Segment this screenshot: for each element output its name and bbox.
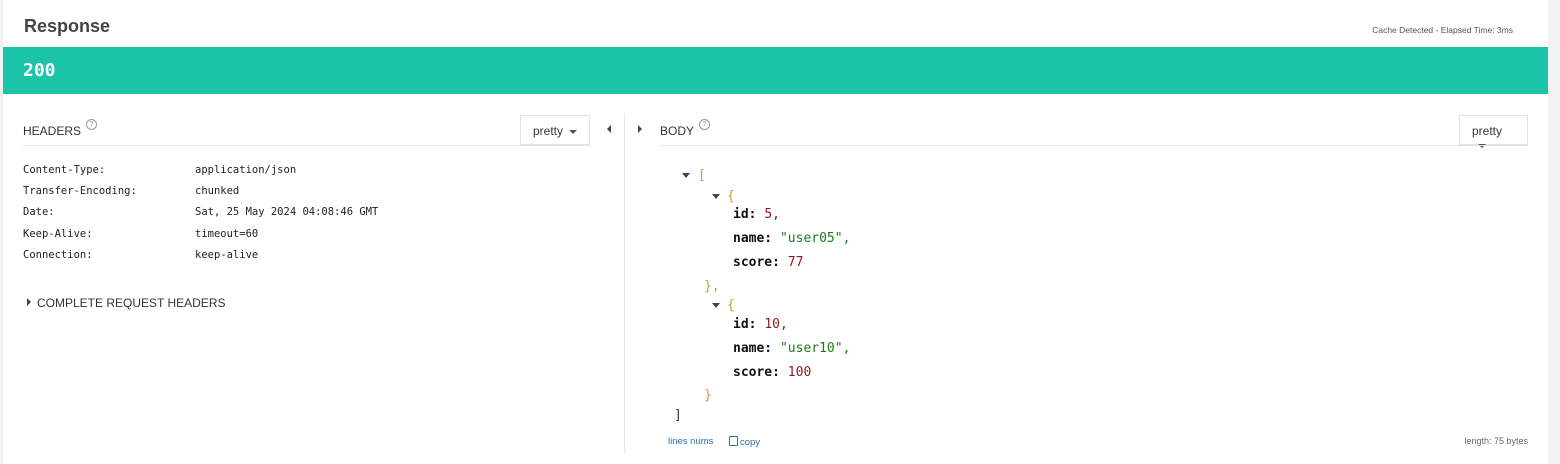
body-length: length: 75 bytes bbox=[1464, 436, 1528, 446]
body-label: BODY bbox=[660, 124, 695, 138]
header-value: application/json bbox=[195, 164, 297, 176]
header-key: Content-Type: bbox=[23, 164, 106, 176]
header-value: timeout=60 bbox=[195, 227, 259, 240]
json-array-open: [ bbox=[698, 168, 706, 183]
collapse-array-icon[interactable] bbox=[682, 173, 690, 178]
collapse-object-icon[interactable] bbox=[712, 194, 720, 199]
headers-format-dropdown[interactable]: pretty bbox=[520, 115, 590, 145]
header-value: keep-alive bbox=[195, 248, 259, 261]
pane-splitter[interactable] bbox=[624, 113, 625, 453]
json-field: score: 77 bbox=[733, 255, 804, 270]
headers-format-label: pretty bbox=[533, 124, 564, 138]
collapse-left-icon[interactable] bbox=[607, 125, 611, 133]
body-format-dropdown[interactable]: pretty bbox=[1459, 115, 1528, 148]
question-circle-icon[interactable]: ? bbox=[699, 119, 710, 130]
header-value: Sat, 25 May 2024 04:08:46 GMT bbox=[195, 206, 379, 219]
complete-request-headers-toggle[interactable]: COMPLETE REQUEST HEADERS bbox=[37, 296, 225, 310]
json-object-close: } bbox=[704, 388, 712, 403]
expand-right-icon[interactable] bbox=[638, 125, 642, 133]
json-object-open: { bbox=[727, 189, 735, 204]
header-key: Keep-Alive: bbox=[23, 227, 93, 240]
caret-right-icon[interactable] bbox=[27, 298, 31, 306]
header-key: Transfer-Encoding: bbox=[23, 185, 137, 198]
json-field: id: 10, bbox=[733, 317, 788, 332]
status-bar: 200 bbox=[3, 47, 1548, 94]
header-value: chunked bbox=[195, 185, 240, 198]
json-field: name: "user10", bbox=[733, 341, 851, 356]
json-object-close: }, bbox=[704, 279, 720, 294]
headers-label: HEADERS bbox=[23, 124, 82, 138]
cache-info: Cache Detected - Elapsed Time: 3ms bbox=[1372, 25, 1513, 35]
line-numbers-toggle[interactable]: lines nums bbox=[668, 436, 713, 447]
json-field: name: "user05", bbox=[733, 231, 851, 246]
json-field: id: 5, bbox=[733, 207, 780, 222]
header-key: Connection: bbox=[23, 248, 93, 261]
copy-button[interactable]: copy bbox=[729, 436, 760, 448]
response-panel: Response Cache Detected - Elapsed Time: … bbox=[3, 0, 1548, 464]
body-format-label: pretty bbox=[1472, 124, 1503, 138]
collapse-object-icon[interactable] bbox=[712, 303, 720, 308]
copy-label: copy bbox=[740, 437, 761, 448]
copy-icon bbox=[729, 436, 738, 446]
json-array-close: ] bbox=[674, 408, 682, 423]
page-title: Response bbox=[24, 16, 111, 36]
headers-divider bbox=[23, 145, 590, 146]
json-object-open: { bbox=[727, 298, 735, 313]
json-field: score: 100 bbox=[733, 365, 812, 380]
status-code: 200 bbox=[23, 60, 56, 81]
body-divider bbox=[660, 145, 1528, 146]
header-key: Date: bbox=[23, 206, 55, 219]
caret-down-icon bbox=[569, 129, 578, 134]
question-circle-icon[interactable]: ? bbox=[86, 119, 97, 130]
